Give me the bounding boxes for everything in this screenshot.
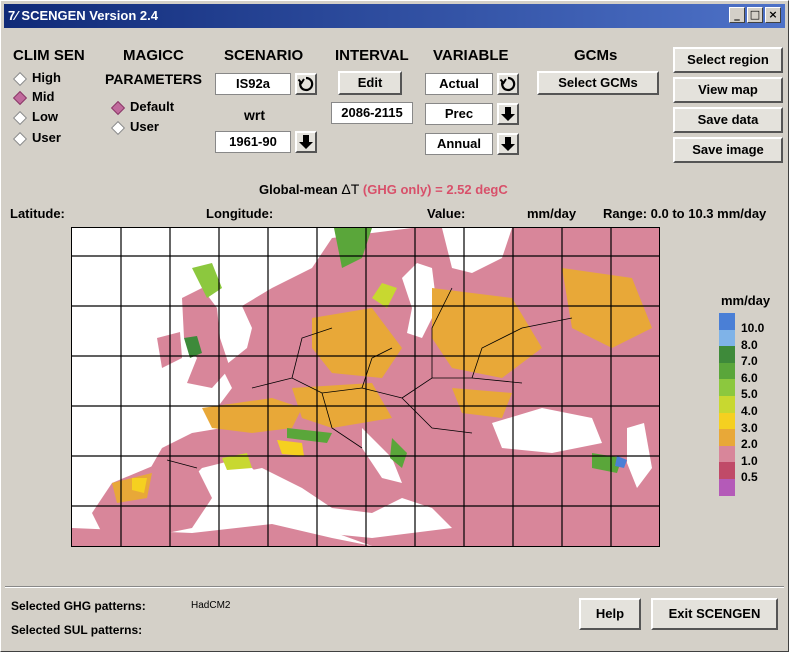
variable-type-field[interactable]: Actual — [425, 73, 493, 95]
delta-t-symbol: ΔT — [341, 181, 360, 197]
range-label: Range: 0.0 to 10.3 mm/day — [603, 206, 767, 221]
exit-scengen-button[interactable]: Exit SCENGEN — [651, 598, 778, 630]
legend-swatch — [719, 362, 735, 380]
interval-header: INTERVAL — [335, 47, 409, 64]
down-arrow-icon — [501, 107, 515, 121]
legend-label: 5.0 — [741, 387, 758, 402]
scenario-field[interactable]: IS92a — [215, 73, 291, 95]
legend-swatch — [719, 462, 735, 480]
clim-sen-mid-radio[interactable]: Mid — [12, 89, 54, 105]
sul-patterns-label: Selected SUL patterns: — [11, 623, 143, 637]
refresh-icon — [297, 76, 314, 92]
season-dropdown-button[interactable] — [497, 133, 519, 155]
units-label: mm/day — [527, 206, 577, 221]
legend-label: 6.0 — [741, 370, 758, 385]
legend-label: 1.0 — [741, 453, 758, 468]
clim-sen-high-radio[interactable]: High — [12, 70, 61, 86]
legend-label: 10.0 — [741, 321, 765, 335]
ghg-patterns-value: HadCM2 — [191, 600, 231, 611]
magicc-parameters-label: PARAMETERS — [105, 71, 202, 87]
global-mean-line: Global-mean ΔT (GHG only) = 2.52 degC — [259, 181, 508, 197]
variable-dropdown-button[interactable] — [497, 103, 519, 125]
legend-label: 0.5 — [741, 470, 758, 485]
legend-swatch — [719, 346, 735, 364]
refresh-icon — [499, 76, 516, 92]
clim-sen-header: CLIM SEN — [13, 47, 85, 64]
baseline-dropdown-button[interactable] — [295, 131, 317, 153]
legend-swatch — [719, 313, 735, 330]
baseline-field[interactable]: 1961-90 — [215, 131, 291, 153]
clim-sen-low-radio[interactable]: Low — [12, 109, 58, 125]
legend-swatch — [719, 379, 735, 397]
legend-label: 2.0 — [741, 437, 758, 452]
legend-swatch — [719, 479, 735, 496]
wrt-label: wrt — [244, 107, 265, 123]
interval-field[interactable]: 2086-2115 — [331, 102, 413, 124]
season-field[interactable]: Annual — [425, 133, 493, 155]
global-mean-value: = 2.52 degC — [435, 182, 508, 197]
legend-swatch — [719, 429, 735, 447]
legend-label: 8.0 — [741, 337, 758, 352]
ghg-patterns-label: Selected GHG patterns: — [11, 599, 146, 613]
legend-swatch — [719, 396, 735, 413]
window-title: SCENGEN Version 2.4 — [21, 8, 158, 23]
gcms-header: GCMs — [574, 47, 618, 64]
help-button[interactable]: Help — [579, 598, 641, 630]
legend-swatch — [719, 412, 735, 430]
variable-field[interactable]: Prec — [425, 103, 493, 125]
scengen-window: 7⁄ SCENGEN Version 2.4 _ □ × CLIM SEN Hig… — [0, 0, 789, 652]
select-region-button[interactable]: Select region — [673, 47, 783, 73]
minimize-button[interactable]: _ — [729, 7, 745, 23]
clim-sen-user-radio[interactable]: User — [12, 130, 61, 146]
magicc-default-radio[interactable]: Default — [110, 99, 174, 115]
magicc-user-radio[interactable]: User — [110, 119, 159, 135]
magicc-header: MAGICC — [123, 47, 184, 64]
save-data-button[interactable]: Save data — [673, 107, 783, 133]
legend-label: 7.0 — [741, 354, 758, 369]
app-icon: 7⁄ — [8, 8, 18, 23]
ghg-only-note: (GHG only) — [362, 182, 432, 197]
legend-title: mm/day — [721, 293, 771, 308]
cycle-variable-type-button[interactable] — [497, 73, 519, 95]
europe-map-canvas — [72, 228, 659, 546]
cycle-scenario-button[interactable] — [295, 73, 317, 95]
view-map-button[interactable]: View map — [673, 77, 783, 103]
edit-interval-button[interactable]: Edit — [338, 71, 402, 95]
footer-separator — [5, 586, 784, 588]
legend-label: 3.0 — [741, 420, 758, 435]
save-image-button[interactable]: Save image — [673, 137, 783, 163]
down-arrow-icon — [501, 137, 515, 151]
title-bar[interactable]: 7⁄ SCENGEN Version 2.4 _ □ × — [4, 4, 785, 28]
scenario-header: SCENARIO — [224, 47, 304, 64]
value-label: Value: — [427, 206, 466, 221]
legend-swatch — [719, 445, 735, 463]
variable-header: VARIABLE — [433, 47, 509, 64]
precipitation-map[interactable] — [71, 227, 660, 547]
global-mean-prefix: Global-mean — [259, 182, 338, 197]
latitude-label: Latitude: — [10, 206, 65, 221]
longitude-label: Longitude: — [206, 206, 274, 221]
select-gcms-button[interactable]: Select GCMs — [537, 71, 659, 95]
maximize-button[interactable]: □ — [747, 7, 763, 23]
legend-label: 4.0 — [741, 404, 758, 418]
legend-swatch — [719, 329, 735, 347]
close-button[interactable]: × — [765, 7, 781, 23]
down-arrow-icon — [299, 135, 313, 149]
